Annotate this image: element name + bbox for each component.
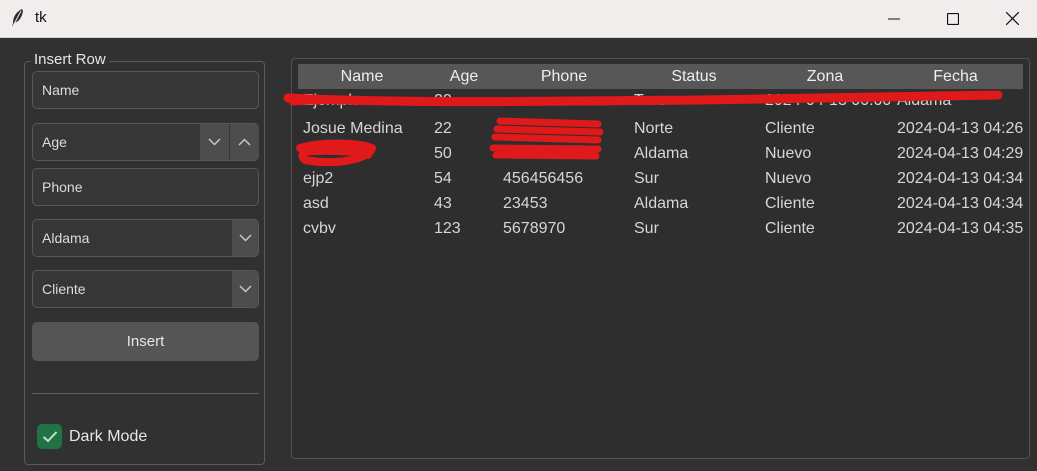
table-cell: 456456456: [503, 170, 584, 187]
column-header-zona[interactable]: Zona: [762, 64, 888, 89]
column-header-status[interactable]: Status: [626, 64, 762, 89]
dark-mode-label[interactable]: Dark Mode: [69, 428, 147, 446]
table-cell: [503, 116, 623, 141]
table-cell: ejp2: [303, 170, 334, 187]
dark-mode-checkbox[interactable]: [37, 424, 62, 449]
table-cell: 2024-04-13 04:29: [897, 145, 1023, 162]
zona-dropdown-button[interactable]: [232, 220, 258, 256]
table-row[interactable]: Josue Medina 22 Norte Cliente 2024-04-13…: [298, 116, 1023, 141]
status-combobox[interactable]: Cliente: [32, 270, 259, 308]
table-cell: [303, 141, 423, 166]
table-cell: cvbv: [303, 220, 336, 237]
table-cell: asd: [303, 195, 329, 212]
table-cell: 50: [434, 145, 452, 162]
table-cell: 2024-04-13 04:26: [897, 120, 1023, 137]
window-title: tk: [35, 9, 47, 26]
table-cell: Nuevo: [765, 170, 812, 187]
status-value: Cliente: [42, 281, 86, 297]
table-cell: Cliente: [765, 195, 815, 212]
phone-field[interactable]: Phone: [32, 168, 259, 206]
table-cell: Sur: [634, 220, 659, 237]
table-cell: Nuevo: [765, 145, 812, 162]
chevron-down-icon: [238, 234, 252, 242]
table-cell: 123: [434, 220, 461, 237]
zona-value: Aldama: [42, 230, 90, 246]
minimize-icon: [888, 18, 900, 19]
table-row[interactable]: Ejemplo 22 True 2024-04-13 00:00 Aldama: [298, 88, 1023, 113]
table-cell: 2024-04-13 04:34: [897, 170, 1023, 187]
insert-button[interactable]: Insert: [32, 322, 259, 361]
table-cell: [503, 141, 623, 166]
table-row[interactable]: ejp2 54 456456456 Sur Nuevo 2024-04-13 0…: [298, 166, 1023, 191]
insert-row-frame: [24, 61, 265, 465]
column-header-fecha[interactable]: Fecha: [888, 64, 1023, 89]
table-cell: Aldama: [634, 145, 689, 162]
table-cell: 54: [434, 170, 452, 187]
table-cell: 2024-04-13 04:35: [897, 220, 1023, 237]
table-cell: [503, 88, 623, 113]
table-cell: 22: [434, 92, 452, 109]
table-cell: 5678970: [503, 220, 566, 237]
table-cell: Cliente: [765, 220, 815, 237]
table-header: Name Age Phone Status Zona Fecha: [298, 64, 1023, 89]
feather-icon: [12, 9, 23, 27]
table-cell: 2024-04-13 00:00: [765, 92, 890, 109]
chevron-down-icon: [208, 138, 221, 146]
table-cell: True: [634, 92, 667, 109]
maximize-icon: [947, 12, 959, 25]
column-header-age[interactable]: Age: [426, 64, 502, 89]
table-cell: Aldama: [634, 195, 689, 212]
title-bar: tk: [0, 0, 1037, 38]
table-cell: Norte: [634, 120, 674, 137]
status-dropdown-button[interactable]: [232, 271, 258, 307]
data-table[interactable]: Name Age Phone Status Zona Fecha Ejemplo…: [298, 64, 1023, 454]
chevron-up-icon: [238, 138, 251, 146]
table-cell: 43: [434, 195, 452, 212]
table-row[interactable]: asd 43 23453 Aldama Cliente 2024-04-13 0…: [298, 191, 1023, 216]
zona-combobox[interactable]: Aldama: [32, 219, 259, 257]
table-row[interactable]: cvbv 123 5678970 Sur Cliente 2024-04-13 …: [298, 216, 1023, 241]
column-header-name[interactable]: Name: [298, 64, 426, 89]
insert-row-title: Insert Row: [31, 52, 109, 68]
table-cell: Cliente: [765, 120, 815, 137]
table-cell: Aldama: [897, 92, 952, 109]
table-cell: Ejemplo: [303, 92, 361, 109]
table-row[interactable]: 50 Aldama Nuevo 2024-04-13 04:29: [298, 141, 1023, 166]
minimize-button[interactable]: [871, 0, 917, 37]
age-spinbox[interactable]: Age: [32, 123, 259, 161]
table-cell: 23453: [503, 195, 548, 212]
maximize-button[interactable]: [930, 0, 976, 37]
close-button[interactable]: [989, 0, 1035, 37]
table-cell: Sur: [634, 170, 659, 187]
table-cell: 22: [434, 120, 452, 137]
age-decrement-button[interactable]: [200, 124, 229, 160]
chevron-down-icon: [238, 285, 252, 293]
age-value: Age: [42, 134, 67, 150]
separator: [32, 393, 259, 394]
name-field[interactable]: Name: [32, 71, 259, 109]
table-cell: Josue Medina: [303, 120, 403, 137]
column-header-phone[interactable]: Phone: [502, 64, 626, 89]
age-increment-button[interactable]: [230, 124, 259, 160]
table-cell: 2024-04-13 04:34: [897, 195, 1023, 212]
close-icon: [1005, 12, 1019, 25]
checkmark-icon: [42, 431, 57, 443]
